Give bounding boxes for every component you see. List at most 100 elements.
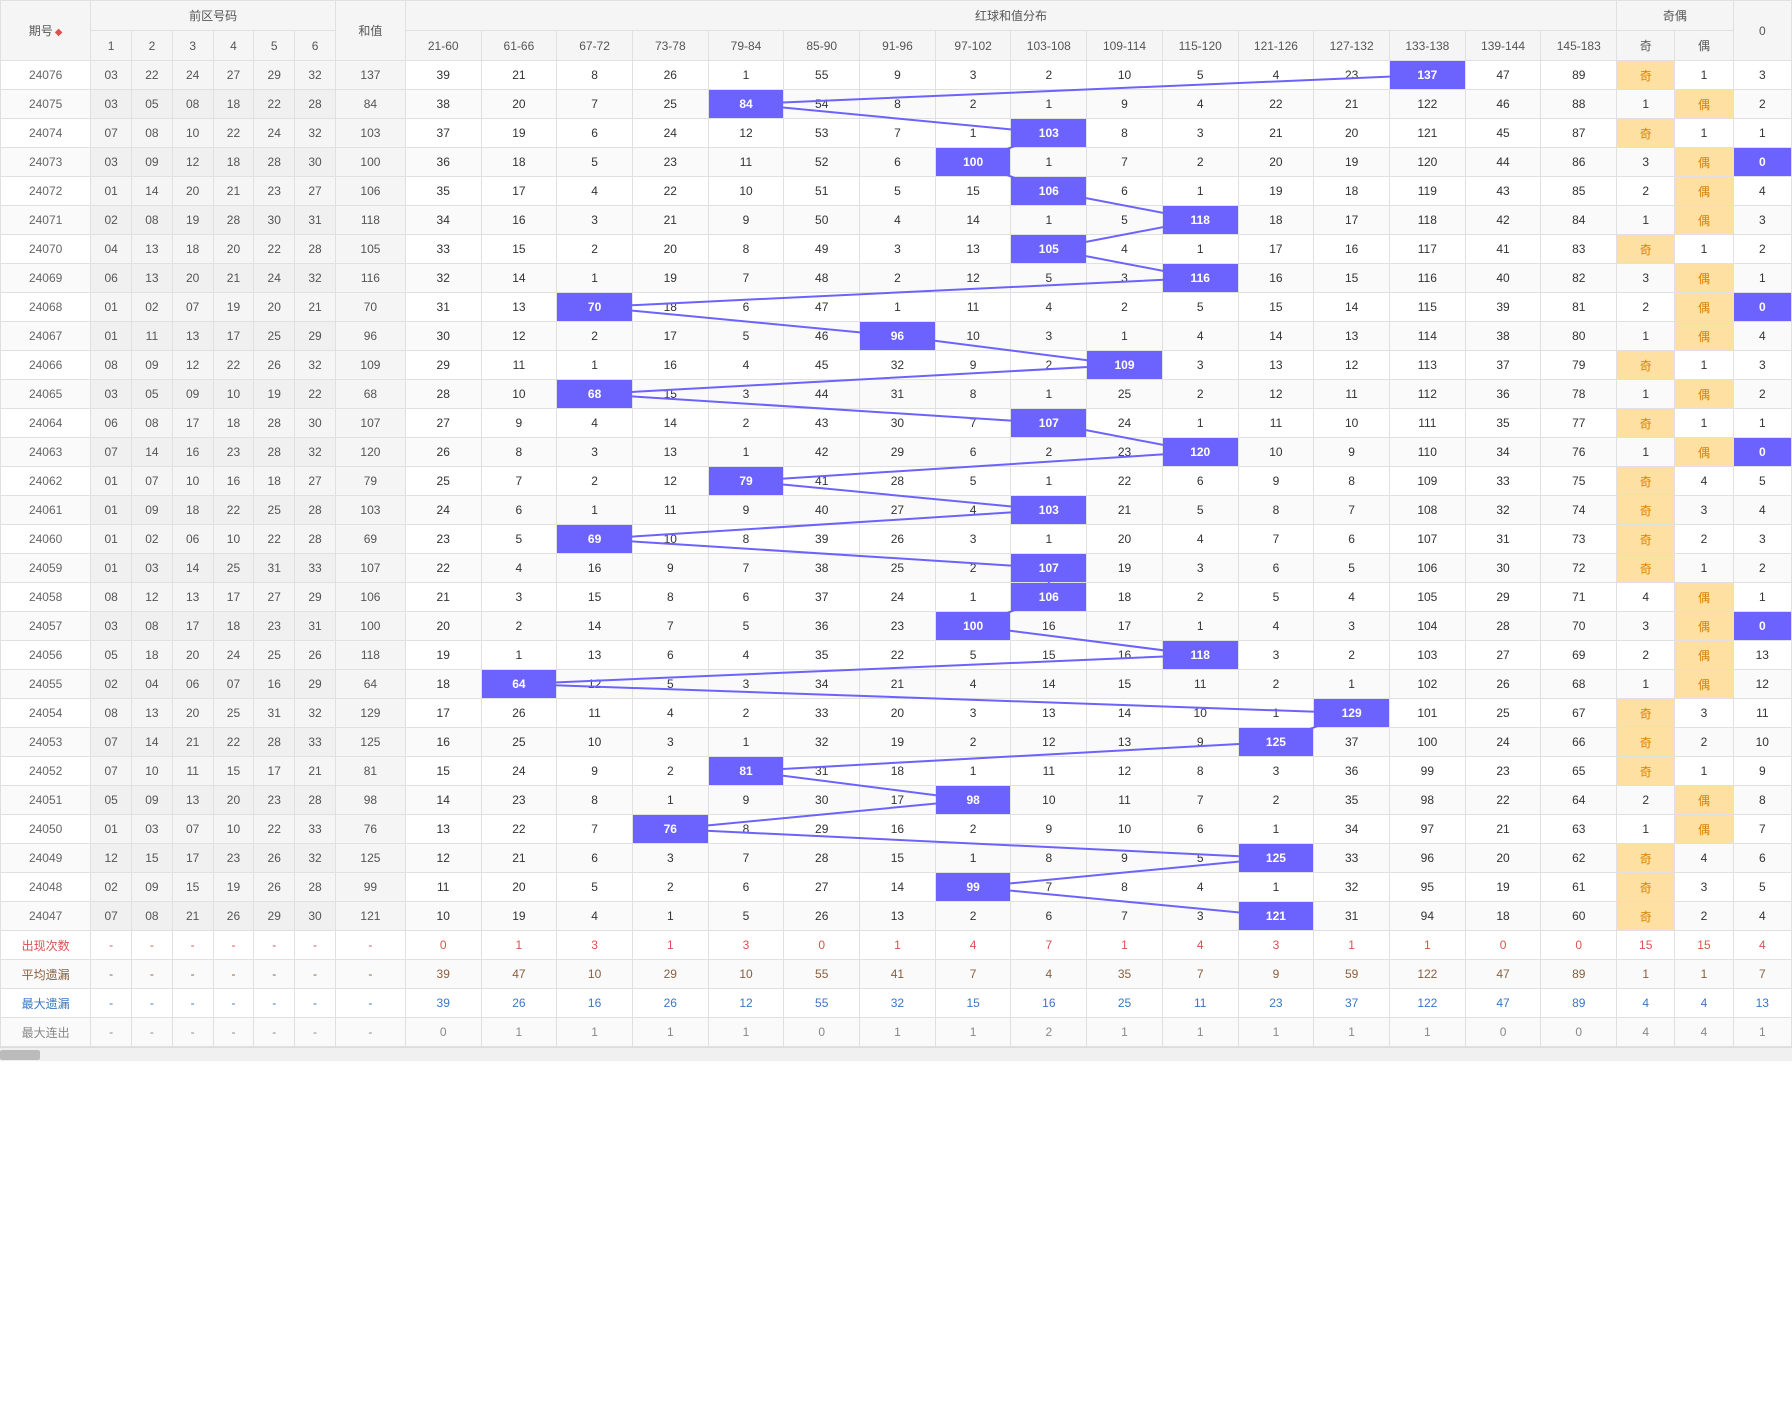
horizontal-scrollbar[interactable] bbox=[0, 1047, 1792, 1061]
even-cell: 4 bbox=[1675, 844, 1733, 873]
dist-cell: 22 bbox=[860, 641, 936, 670]
stat-cell: 41 bbox=[860, 960, 936, 989]
sum-cell: 98 bbox=[335, 786, 405, 815]
dist-cell: 6 bbox=[708, 293, 784, 322]
dist-cell: 7 bbox=[935, 409, 1011, 438]
dist-cell: 17 bbox=[1238, 235, 1314, 264]
dist-cell: 122 bbox=[1389, 90, 1465, 119]
front-num: 09 bbox=[132, 351, 173, 380]
front-num: 20 bbox=[172, 264, 213, 293]
dist-cell: 33 bbox=[405, 235, 481, 264]
dist-cell: 6 bbox=[1087, 177, 1163, 206]
stat-cell: - bbox=[335, 1018, 405, 1047]
dist-cell: 49 bbox=[784, 235, 860, 264]
front-num: 24 bbox=[213, 641, 254, 670]
col-dist-8: 103-108 bbox=[1011, 31, 1087, 61]
table-row: 2406101091822252810324611194027410321587… bbox=[1, 496, 1792, 525]
zero-cell: 7 bbox=[1733, 815, 1791, 844]
dist-cell: 16 bbox=[1238, 264, 1314, 293]
zero-cell: 12 bbox=[1733, 670, 1791, 699]
col-period[interactable]: 期号◆ bbox=[1, 1, 91, 61]
even-cell: 偶 bbox=[1675, 583, 1733, 612]
dist-cell: 11 bbox=[935, 293, 1011, 322]
dist-cell: 1 bbox=[1238, 873, 1314, 902]
front-num: 22 bbox=[213, 496, 254, 525]
odd-cell: 奇 bbox=[1617, 902, 1675, 931]
dist-cell: 4 bbox=[708, 641, 784, 670]
dist-cell: 137 bbox=[1389, 61, 1465, 90]
dist-cell: 21 bbox=[1465, 815, 1541, 844]
table-row: 2406801020719202170311370186471114251514… bbox=[1, 293, 1792, 322]
period-cell: 24070 bbox=[1, 235, 91, 264]
front-num: 26 bbox=[254, 844, 295, 873]
dist-cell: 118 bbox=[1162, 641, 1238, 670]
dist-cell: 3 bbox=[860, 235, 936, 264]
stat-cell: 13 bbox=[1733, 989, 1791, 1018]
dist-cell: 11 bbox=[708, 148, 784, 177]
front-num: 23 bbox=[254, 612, 295, 641]
dist-cell: 2 bbox=[1011, 438, 1087, 467]
stat-cell: 9 bbox=[1238, 960, 1314, 989]
dist-cell: 12 bbox=[1087, 757, 1163, 786]
odd-cell: 奇 bbox=[1617, 757, 1675, 786]
dist-cell: 34 bbox=[405, 206, 481, 235]
dist-cell: 2 bbox=[935, 728, 1011, 757]
dist-cell: 2 bbox=[1238, 670, 1314, 699]
stat-cell: 1 bbox=[1733, 1018, 1791, 1047]
front-num: 06 bbox=[91, 409, 132, 438]
dist-cell: 10 bbox=[1087, 815, 1163, 844]
dist-cell: 19 bbox=[1465, 873, 1541, 902]
dist-cell: 11 bbox=[481, 351, 557, 380]
dist-cell: 2 bbox=[708, 409, 784, 438]
dist-cell: 26 bbox=[481, 699, 557, 728]
front-num: 25 bbox=[213, 699, 254, 728]
dist-cell: 2 bbox=[935, 902, 1011, 931]
dist-cell: 14 bbox=[860, 873, 936, 902]
dist-cell: 4 bbox=[860, 206, 936, 235]
dist-cell: 1 bbox=[1314, 670, 1390, 699]
dist-cell: 106 bbox=[1011, 177, 1087, 206]
front-num: 25 bbox=[254, 322, 295, 351]
dist-cell: 10 bbox=[1162, 699, 1238, 728]
zero-cell: 9 bbox=[1733, 757, 1791, 786]
period-cell: 24069 bbox=[1, 264, 91, 293]
dist-cell: 96 bbox=[1389, 844, 1465, 873]
dist-cell: 77 bbox=[1541, 409, 1617, 438]
sum-cell: 70 bbox=[335, 293, 405, 322]
even-cell: 偶 bbox=[1675, 148, 1733, 177]
dist-cell: 79 bbox=[708, 467, 784, 496]
stat-cell: 1 bbox=[860, 1018, 936, 1047]
front-num: 16 bbox=[172, 438, 213, 467]
dist-cell: 20 bbox=[481, 90, 557, 119]
front-num: 32 bbox=[295, 351, 336, 380]
sum-cell: 79 bbox=[335, 467, 405, 496]
scrollbar-thumb[interactable] bbox=[0, 1050, 40, 1060]
dist-cell: 114 bbox=[1389, 322, 1465, 351]
dist-cell: 22 bbox=[1465, 786, 1541, 815]
dist-cell: 1 bbox=[708, 728, 784, 757]
front-num: 22 bbox=[213, 351, 254, 380]
dist-cell: 33 bbox=[1314, 844, 1390, 873]
period-cell: 24064 bbox=[1, 409, 91, 438]
dist-cell: 21 bbox=[1238, 119, 1314, 148]
front-num: 25 bbox=[213, 554, 254, 583]
even-cell: 偶 bbox=[1675, 322, 1733, 351]
dist-cell: 2 bbox=[1162, 380, 1238, 409]
dist-cell: 15 bbox=[1011, 641, 1087, 670]
dist-cell: 14 bbox=[935, 206, 1011, 235]
col-dist-4: 79-84 bbox=[708, 31, 784, 61]
dist-cell: 31 bbox=[1465, 525, 1541, 554]
odd-cell: 奇 bbox=[1617, 525, 1675, 554]
stat-row: 最大连出-------0111101121111100441 bbox=[1, 1018, 1792, 1047]
stat-cell: 0 bbox=[1541, 1018, 1617, 1047]
dist-cell: 55 bbox=[784, 61, 860, 90]
dist-cell: 8 bbox=[1238, 496, 1314, 525]
front-num: 22 bbox=[295, 380, 336, 409]
dist-cell: 32 bbox=[784, 728, 860, 757]
zero-cell: 2 bbox=[1733, 90, 1791, 119]
front-num: 18 bbox=[254, 467, 295, 496]
dist-cell: 41 bbox=[784, 467, 860, 496]
front-num: 07 bbox=[213, 670, 254, 699]
front-num: 29 bbox=[254, 61, 295, 90]
stat-cell: - bbox=[91, 1018, 132, 1047]
